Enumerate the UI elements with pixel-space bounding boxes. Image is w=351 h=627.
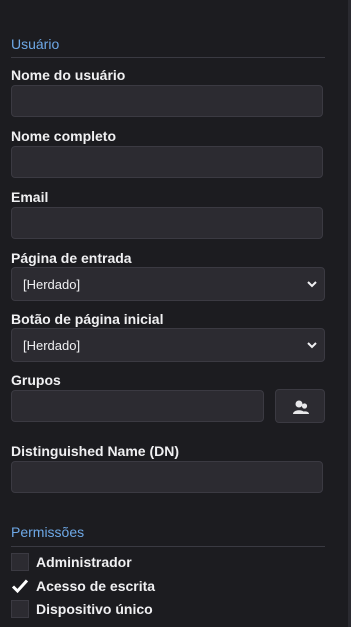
groups-input[interactable]	[11, 390, 264, 422]
section-divider	[11, 57, 325, 58]
single-device-label: Dispositivo único	[36, 601, 153, 617]
user-group-icon	[293, 400, 309, 414]
email-label: Email	[11, 189, 49, 205]
home-button-label: Botão de página inicial	[11, 311, 164, 327]
username-input[interactable]	[11, 85, 323, 117]
groups-label: Grupos	[11, 372, 61, 388]
chevron-down-icon	[307, 342, 317, 349]
dn-input[interactable]	[11, 461, 323, 493]
section-title-user: Usuário	[11, 36, 60, 52]
permission-administrator[interactable]: Administrador	[11, 552, 132, 572]
administrator-label: Administrador	[36, 554, 132, 570]
username-label: Nome do usuário	[11, 67, 126, 83]
section-title-permissions: Permissões	[11, 524, 85, 540]
write-access-checkbox[interactable]	[11, 577, 29, 595]
email-input[interactable]	[11, 207, 323, 239]
home-page-label: Página de entrada	[11, 250, 132, 266]
chevron-down-icon	[307, 281, 317, 288]
checkmark-icon	[11, 579, 29, 594]
administrator-checkbox[interactable]	[11, 553, 29, 571]
permission-single-device[interactable]: Dispositivo único	[11, 599, 153, 619]
single-device-checkbox[interactable]	[11, 600, 29, 618]
select-groups-button[interactable]	[275, 389, 325, 423]
home-button-select-value: [Herdado]	[23, 338, 81, 353]
home-page-select[interactable]: [Herdado]	[11, 267, 325, 301]
user-form-panel: Usuário Nome do usuário Nome completo Em…	[0, 0, 348, 627]
home-page-select-value: [Herdado]	[23, 277, 81, 292]
home-button-select[interactable]: [Herdado]	[11, 328, 325, 362]
section-divider	[11, 546, 325, 547]
fullname-input[interactable]	[11, 146, 323, 178]
write-access-label: Acesso de escrita	[36, 578, 156, 594]
permission-write-access[interactable]: Acesso de escrita	[11, 576, 155, 596]
fullname-label: Nome completo	[11, 128, 117, 144]
dn-label: Distinguished Name (DN)	[11, 443, 180, 459]
